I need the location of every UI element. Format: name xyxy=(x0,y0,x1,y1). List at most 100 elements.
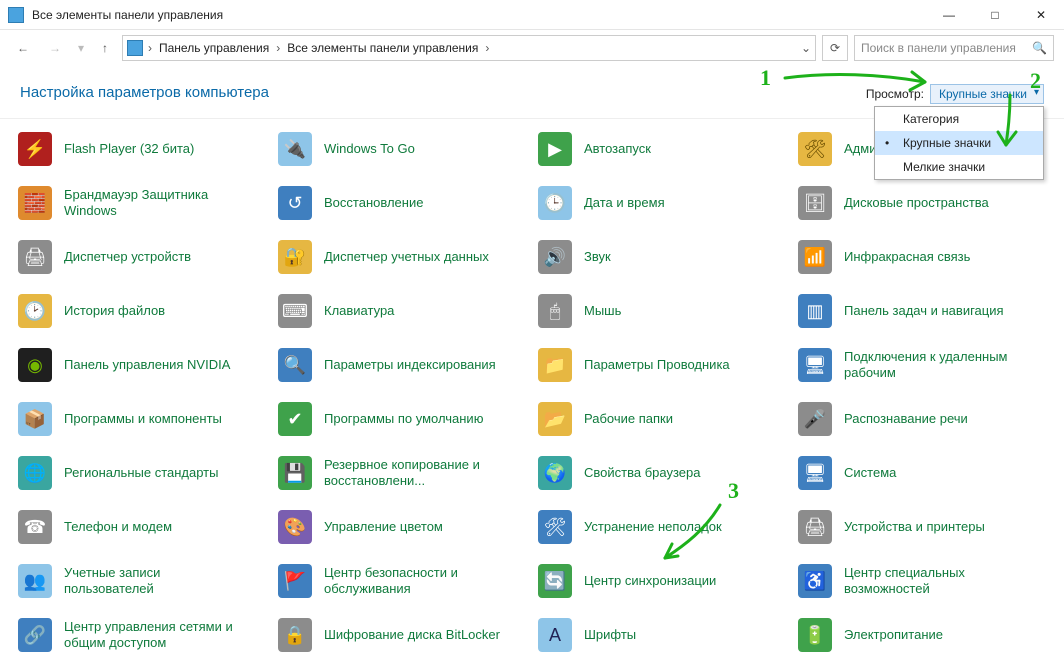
cp-item-recovery[interactable]: ↺ Восстановление xyxy=(274,183,530,223)
network-icon: 🔗 xyxy=(18,618,52,652)
dd-option-category[interactable]: Категория xyxy=(875,107,1043,131)
content-header: Настройка параметров компьютера Просмотр… xyxy=(0,66,1064,112)
maximize-button[interactable]: □ xyxy=(972,0,1018,30)
remote-icon: 🖥 xyxy=(798,348,832,382)
cp-item-autoplay[interactable]: ▶ Автозапуск xyxy=(534,129,790,169)
cp-item-user-accounts[interactable]: 👥 Учетные записи пользователей xyxy=(14,561,270,601)
mouse-icon: 🖱 xyxy=(538,294,572,328)
cp-item-remote-desktop[interactable]: 🖥 Подключения к удаленным рабочим xyxy=(794,345,1050,385)
users-icon: 👥 xyxy=(18,564,52,598)
cp-item-power[interactable]: 🔋 Электропитание xyxy=(794,615,1050,655)
recent-dropdown[interactable]: ▾ xyxy=(74,35,88,61)
folder-icon: 📁 xyxy=(538,348,572,382)
cp-item-mouse[interactable]: 🖱 Мышь xyxy=(534,291,790,331)
cp-item-accessibility[interactable]: ♿ Центр специальных возможностей xyxy=(794,561,1050,601)
usb-icon: 🔌 xyxy=(278,132,312,166)
search-input[interactable]: Поиск в панели управления 🔍 xyxy=(854,35,1054,61)
search-placeholder: Поиск в панели управления xyxy=(861,41,1032,55)
view-label: Просмотр: xyxy=(866,87,924,101)
address-icon xyxy=(127,40,143,56)
search-icon: 🔍 xyxy=(1032,41,1047,55)
cp-item-credential-manager[interactable]: 🔐 Диспетчер учетных данных xyxy=(274,237,530,277)
app-icon xyxy=(8,7,24,23)
flag-icon: 🚩 xyxy=(278,564,312,598)
device-icon: 🖨 xyxy=(18,240,52,274)
cp-item-backup[interactable]: 💾 Резервное копирование и восстановлени.… xyxy=(274,453,530,493)
speaker-icon: 🔊 xyxy=(538,240,572,274)
infrared-icon: 📶 xyxy=(798,240,832,274)
cp-item-file-history[interactable]: 🕑 История файлов xyxy=(14,291,270,331)
history-icon: 🕑 xyxy=(18,294,52,328)
cp-item-devices-printers[interactable]: 🖨 Устройства и принтеры xyxy=(794,507,1050,547)
cp-item-security-center[interactable]: 🚩 Центр безопасности и обслуживания xyxy=(274,561,530,601)
dd-option-small-icons[interactable]: Мелкие значки xyxy=(875,155,1043,179)
cp-item-default-programs[interactable]: ✔ Программы по умолчанию xyxy=(274,399,530,439)
accessibility-icon: ♿ xyxy=(798,564,832,598)
phone-icon: ☎ xyxy=(18,510,52,544)
close-button[interactable]: ✕ xyxy=(1018,0,1064,30)
cp-item-network-sharing[interactable]: 🔗 Центр управления сетями и общим доступ… xyxy=(14,615,270,655)
cp-item-troubleshoot[interactable]: 🛠 Устранение неполадок xyxy=(534,507,790,547)
clock-icon: 🕒 xyxy=(538,186,572,220)
cp-item-keyboard[interactable]: ⌨ Клавиатура xyxy=(274,291,530,331)
dd-option-large-icons[interactable]: Крупные значки xyxy=(875,131,1043,155)
cp-item-windows-to-go[interactable]: 🔌 Windows To Go xyxy=(274,129,530,169)
cp-item-explorer-options[interactable]: 📁 Параметры Проводника xyxy=(534,345,790,385)
navbar: ← → ▾ ↑ › Панель управления › Все элемен… xyxy=(0,30,1064,66)
flash-icon: ⚡ xyxy=(18,132,52,166)
mic-icon: 🎤 xyxy=(798,402,832,436)
tools-icon: 🛠 xyxy=(798,132,832,166)
cp-item-sound[interactable]: 🔊 Звук xyxy=(534,237,790,277)
forward-button[interactable]: → xyxy=(42,35,68,61)
cp-item-indexing[interactable]: 🔍 Параметры индексирования xyxy=(274,345,530,385)
lock-icon: 🔒 xyxy=(278,618,312,652)
cp-item-taskbar[interactable]: ▥ Панель задач и навигация xyxy=(794,291,1050,331)
minimize-button[interactable]: — xyxy=(926,0,972,30)
workfolders-icon: 📂 xyxy=(538,402,572,436)
cp-item-system[interactable]: 🖥 Система xyxy=(794,453,1050,493)
view-dropdown[interactable]: Крупные значки xyxy=(930,84,1044,104)
cp-item-speech[interactable]: 🎤 Распознавание речи xyxy=(794,399,1050,439)
chevron-right-icon[interactable]: › xyxy=(147,41,153,55)
chevron-right-icon[interactable]: › xyxy=(275,41,281,55)
system-icon: 🖥 xyxy=(798,456,832,490)
troubleshoot-icon: 🛠 xyxy=(538,510,572,544)
window-controls: — □ ✕ xyxy=(926,0,1064,30)
cp-item-phone-modem[interactable]: ☎ Телефон и модем xyxy=(14,507,270,547)
cp-item-infrared[interactable]: 📶 Инфракрасная связь xyxy=(794,237,1050,277)
back-button[interactable]: ← xyxy=(10,35,36,61)
index-icon: 🔍 xyxy=(278,348,312,382)
cp-item-bitlocker[interactable]: 🔒 Шифрование диска BitLocker xyxy=(274,615,530,655)
address-dropdown-icon[interactable]: ⌄ xyxy=(801,41,811,55)
cp-item-nvidia[interactable]: ◉ Панель управления NVIDIA xyxy=(14,345,270,385)
cp-item-sync-center[interactable]: 🔄 Центр синхронизации xyxy=(534,561,790,601)
cp-item-storage-spaces[interactable]: 🗄 Дисковые пространства xyxy=(794,183,1050,223)
cp-item-programs[interactable]: 📦 Программы и компоненты xyxy=(14,399,270,439)
titlebar: Все элементы панели управления — □ ✕ xyxy=(0,0,1064,30)
keyboard-icon: ⌨ xyxy=(278,294,312,328)
refresh-button[interactable]: ⟳ xyxy=(822,35,848,61)
breadcrumb-current[interactable]: Все элементы панели управления xyxy=(285,41,480,55)
view-dropdown-value: Крупные значки xyxy=(939,87,1027,101)
fonts-icon: A xyxy=(538,618,572,652)
cp-item-work-folders[interactable]: 📂 Рабочие папки xyxy=(534,399,790,439)
cp-item-fonts[interactable]: A Шрифты xyxy=(534,615,790,655)
cp-item-flash-player[interactable]: ⚡ Flash Player (32 бита) xyxy=(14,129,270,169)
address-bar[interactable]: › Панель управления › Все элементы панел… xyxy=(122,35,816,61)
cp-item-device-manager[interactable]: 🖨 Диспетчер устройств xyxy=(14,237,270,277)
up-button[interactable]: ↑ xyxy=(94,35,116,61)
view-dropdown-menu: Категория Крупные значки Мелкие значки xyxy=(874,106,1044,180)
disks-icon: 🗄 xyxy=(798,186,832,220)
cp-item-date-time[interactable]: 🕒 Дата и время xyxy=(534,183,790,223)
cp-item-internet-options[interactable]: 🌍 Свойства браузера xyxy=(534,453,790,493)
chevron-right-icon[interactable]: › xyxy=(484,41,490,55)
recovery-icon: ↺ xyxy=(278,186,312,220)
printer-icon: 🖨 xyxy=(798,510,832,544)
cp-item-region[interactable]: 🌐 Региональные стандарты xyxy=(14,453,270,493)
firewall-icon: 🧱 xyxy=(18,186,52,220)
cp-item-color-management[interactable]: 🎨 Управление цветом xyxy=(274,507,530,547)
sync-icon: 🔄 xyxy=(538,564,572,598)
backup-icon: 💾 xyxy=(278,456,312,490)
breadcrumb-root[interactable]: Панель управления xyxy=(157,41,271,55)
cp-item-firewall[interactable]: 🧱 Брандмауэр Защитника Windows xyxy=(14,183,270,223)
